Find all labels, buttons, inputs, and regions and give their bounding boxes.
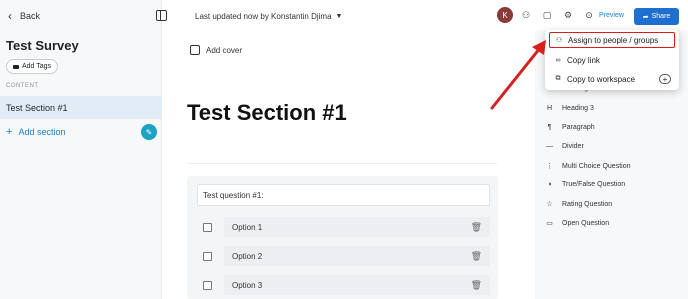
gear-icon[interactable]: ⚙: [563, 10, 573, 20]
option-checkbox[interactable]: [203, 222, 212, 232]
menu-item-copy-workspace[interactable]: ⧉ Copy to workspace +: [549, 71, 675, 87]
sidebar: ‹ Back Test Survey Add Tags CONTENT Test…: [0, 0, 162, 299]
last-updated-dropdown[interactable]: Last updated now by Konstantin Djima ▼: [195, 12, 342, 21]
palette-item-rating[interactable]: ☆ Rating Question: [545, 200, 613, 209]
menu-item-copy-link[interactable]: ∞ Copy link: [549, 52, 675, 68]
multi-choice-icon: ⋮: [546, 163, 553, 170]
option-label[interactable]: Option 2: [224, 246, 490, 266]
option-label[interactable]: Option 3: [224, 275, 490, 295]
palette-label: Divider: [562, 143, 584, 150]
tag-icon: [13, 64, 19, 69]
true-false-icon: ◑: [547, 181, 552, 188]
palette-label: Heading 3: [562, 105, 594, 112]
preview-button[interactable]: Preview: [599, 12, 624, 19]
menu-item-label: Copy link: [567, 55, 600, 65]
trash-icon[interactable]: 🗑: [471, 280, 482, 291]
back-button[interactable]: ‹ Back: [8, 9, 41, 23]
toggle-sidebar-button[interactable]: [156, 10, 167, 21]
palette-label: Paragraph: [562, 124, 595, 131]
option-label[interactable]: Option 1: [224, 217, 490, 237]
menu-item-label: Assign to people / groups: [568, 35, 659, 45]
add-section-label: Add section: [18, 127, 66, 137]
palette-item-heading-3[interactable]: H Heading 3: [545, 105, 594, 112]
add-cover-label: Add cover: [206, 45, 243, 55]
option-checkbox[interactable]: [203, 251, 212, 261]
chevron-down-icon: ▼: [335, 13, 343, 20]
palette-label: Open Question: [562, 219, 610, 227]
content-section-label: CONTENT: [6, 83, 39, 89]
divider-icon: —: [546, 143, 553, 150]
plus-icon[interactable]: +: [659, 74, 671, 84]
plus-icon: +: [6, 126, 13, 138]
share-icon: ➦: [642, 13, 649, 21]
palette-item-paragraph[interactable]: ¶ Paragraph: [545, 124, 595, 131]
palette-item-true-false[interactable]: ◑ True/False Question: [545, 181, 625, 188]
back-label: Back: [20, 11, 41, 21]
divider: [187, 163, 497, 164]
option-row: Option 2 🗑: [197, 245, 490, 267]
sidebar-item-test-section[interactable]: Test Section #1: [0, 96, 162, 119]
menu-item-label: Copy to workspace: [567, 74, 636, 84]
trash-icon[interactable]: 🗑: [471, 222, 482, 233]
question-title-input[interactable]: Test question #1:: [197, 184, 490, 206]
add-section-button[interactable]: + Add section: [6, 126, 65, 138]
ai-assist-button[interactable]: ✎: [141, 124, 157, 140]
people-icon: ⚇: [555, 37, 563, 44]
sparkle-icon: ✎: [145, 127, 153, 137]
survey-title: Test Survey: [6, 38, 79, 53]
option-row: Option 3 🗑: [197, 274, 490, 296]
share-label: Share: [651, 13, 671, 20]
assign-icon[interactable]: ⊙: [584, 10, 594, 20]
share-button[interactable]: ➦ Share: [634, 8, 679, 25]
collaborators-icon[interactable]: ⚇: [521, 10, 531, 20]
add-cover-button[interactable]: Add cover: [190, 45, 242, 55]
option-checkbox[interactable]: [203, 280, 212, 290]
last-updated-text: Last updated now by Konstantin Djima: [195, 12, 332, 21]
palette-item-multi-choice[interactable]: ⋮ Multi Choice Question: [545, 162, 631, 171]
section-heading[interactable]: Test Section #1: [187, 100, 347, 126]
paragraph-icon: ¶: [547, 124, 552, 131]
link-icon: ∞: [555, 56, 561, 64]
palette-label: True/False Question: [562, 181, 626, 188]
heading-icon: H: [546, 105, 553, 112]
image-icon: [190, 45, 200, 55]
copy-icon: ⧉: [555, 75, 561, 82]
add-tags-label: Add Tags: [22, 63, 52, 70]
palette-label: Multi Choice Question: [562, 162, 631, 170]
palette-item-divider[interactable]: — Divider: [545, 143, 584, 150]
palette-item-open-question[interactable]: ▭ Open Question: [545, 219, 610, 228]
open-question-icon: ▭: [546, 220, 553, 227]
rating-icon: ☆: [546, 201, 553, 208]
avatar[interactable]: K: [497, 7, 513, 23]
option-row: Option 1 🗑: [197, 216, 490, 238]
add-tags-button[interactable]: Add Tags: [6, 59, 59, 74]
menu-item-assign[interactable]: ⚇ Assign to people / groups: [549, 32, 675, 48]
palette-label: Rating Question: [562, 200, 613, 208]
comment-icon[interactable]: ▢: [542, 10, 552, 20]
share-options-menu: ⚇ Assign to people / groups ∞ Copy link …: [545, 30, 679, 90]
chevron-left-icon: ‹: [8, 9, 12, 23]
trash-icon[interactable]: 🗑: [471, 251, 482, 262]
question-card: Test question #1: Option 1 🗑 Option 2 🗑 …: [187, 176, 498, 299]
